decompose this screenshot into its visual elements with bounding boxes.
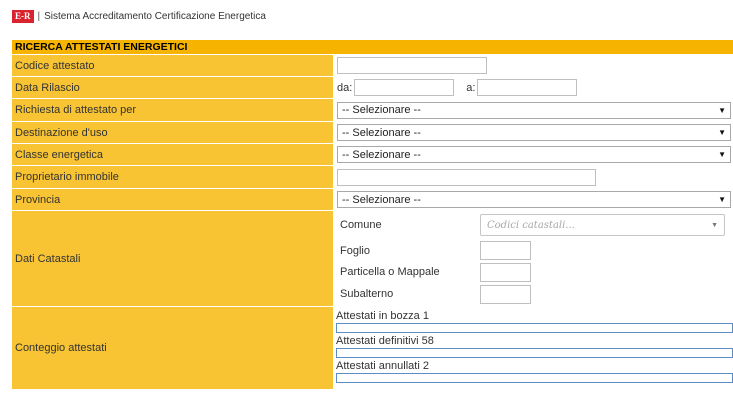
row-data-rilascio: Data Rilascio da: a: xyxy=(12,76,733,98)
row-classe: Classe energetica -- Selezionare -- ▼ xyxy=(12,143,733,165)
count-annullati-box xyxy=(336,373,733,383)
foglio-input[interactable] xyxy=(480,241,531,260)
comune-label: Comune xyxy=(340,219,382,231)
proprietario-input[interactable] xyxy=(337,168,596,186)
form-title: RICERCA ATTESTATI ENERGETICI xyxy=(12,40,733,54)
subalterno-input[interactable] xyxy=(480,285,531,304)
count-definitivi-box xyxy=(336,348,733,358)
data-a-label: a: xyxy=(466,81,476,94)
foglio-label: Foglio xyxy=(340,245,370,257)
search-form: RICERCA ATTESTATI ENERGETICI Codice atte… xyxy=(12,40,733,389)
row-conteggio: Conteggio attestati Attestati in bozza 1… xyxy=(12,306,733,389)
data-da-input[interactable] xyxy=(354,79,455,96)
destinazione-label: Destinazione d'uso xyxy=(12,122,335,143)
chevron-down-icon: ▼ xyxy=(718,128,726,137)
chevron-down-icon: ▼ xyxy=(711,221,718,229)
row-dati-catastali: Dati Catastali Comune Codici catastali..… xyxy=(12,210,733,306)
provincia-select[interactable]: -- Selezionare -- ▼ xyxy=(337,191,731,208)
count-bozza-label: Attestati in bozza 1 xyxy=(336,310,429,322)
codice-attestato-label: Codice attestato xyxy=(12,55,335,76)
count-bozza-box xyxy=(336,323,733,333)
codice-attestato-input[interactable] xyxy=(337,57,487,74)
count-definitivi-label: Attestati definitivi 58 xyxy=(336,335,434,347)
chevron-down-icon: ▼ xyxy=(718,105,726,115)
data-a-input[interactable] xyxy=(477,79,578,96)
provincia-label: Provincia xyxy=(12,189,335,210)
chevron-down-icon: ▼ xyxy=(718,195,726,204)
particella-input[interactable] xyxy=(480,263,531,282)
richiesta-selected: -- Selezionare -- xyxy=(342,104,421,116)
app-title: Sistema Accreditamento Certificazione En… xyxy=(44,10,266,22)
particella-label: Particella o Mappale xyxy=(340,266,440,278)
row-provincia: Provincia -- Selezionare -- ▼ xyxy=(12,188,733,210)
destinazione-select[interactable]: -- Selezionare -- ▼ xyxy=(337,124,731,141)
row-richiesta: Richiesta di attestato per -- Selezionar… xyxy=(12,98,733,121)
classe-label: Classe energetica xyxy=(12,144,335,165)
row-destinazione: Destinazione d'uso -- Selezionare -- ▼ xyxy=(12,121,733,143)
app-header: E-R | Sistema Accreditamento Certificazi… xyxy=(12,9,266,23)
richiesta-select[interactable]: -- Selezionare -- ▼ xyxy=(337,101,731,119)
richiesta-label: Richiesta di attestato per xyxy=(12,99,335,121)
header-separator: | xyxy=(37,10,41,22)
classe-selected: -- Selezionare -- xyxy=(342,148,421,161)
conteggio-label: Conteggio attestati xyxy=(12,307,335,389)
provincia-selected: -- Selezionare -- xyxy=(342,193,421,206)
comune-placeholder: Codici catastali... xyxy=(487,219,575,231)
subalterno-label: Subalterno xyxy=(340,288,394,300)
destinazione-selected: -- Selezionare -- xyxy=(342,126,421,139)
row-proprietario: Proprietario immobile xyxy=(12,165,733,188)
proprietario-label: Proprietario immobile xyxy=(12,166,335,188)
regione-logo: E-R xyxy=(12,9,34,23)
chevron-down-icon: ▼ xyxy=(718,150,726,159)
data-rilascio-label: Data Rilascio xyxy=(12,77,335,98)
dati-catastali-label: Dati Catastali xyxy=(12,211,335,306)
comune-combobox[interactable]: Codici catastali... ▼ xyxy=(480,214,725,236)
classe-select[interactable]: -- Selezionare -- ▼ xyxy=(337,146,731,163)
row-codice-attestato: Codice attestato xyxy=(12,54,733,76)
count-annullati-label: Attestati annullati 2 xyxy=(336,360,429,372)
data-da-label: da: xyxy=(337,81,353,94)
